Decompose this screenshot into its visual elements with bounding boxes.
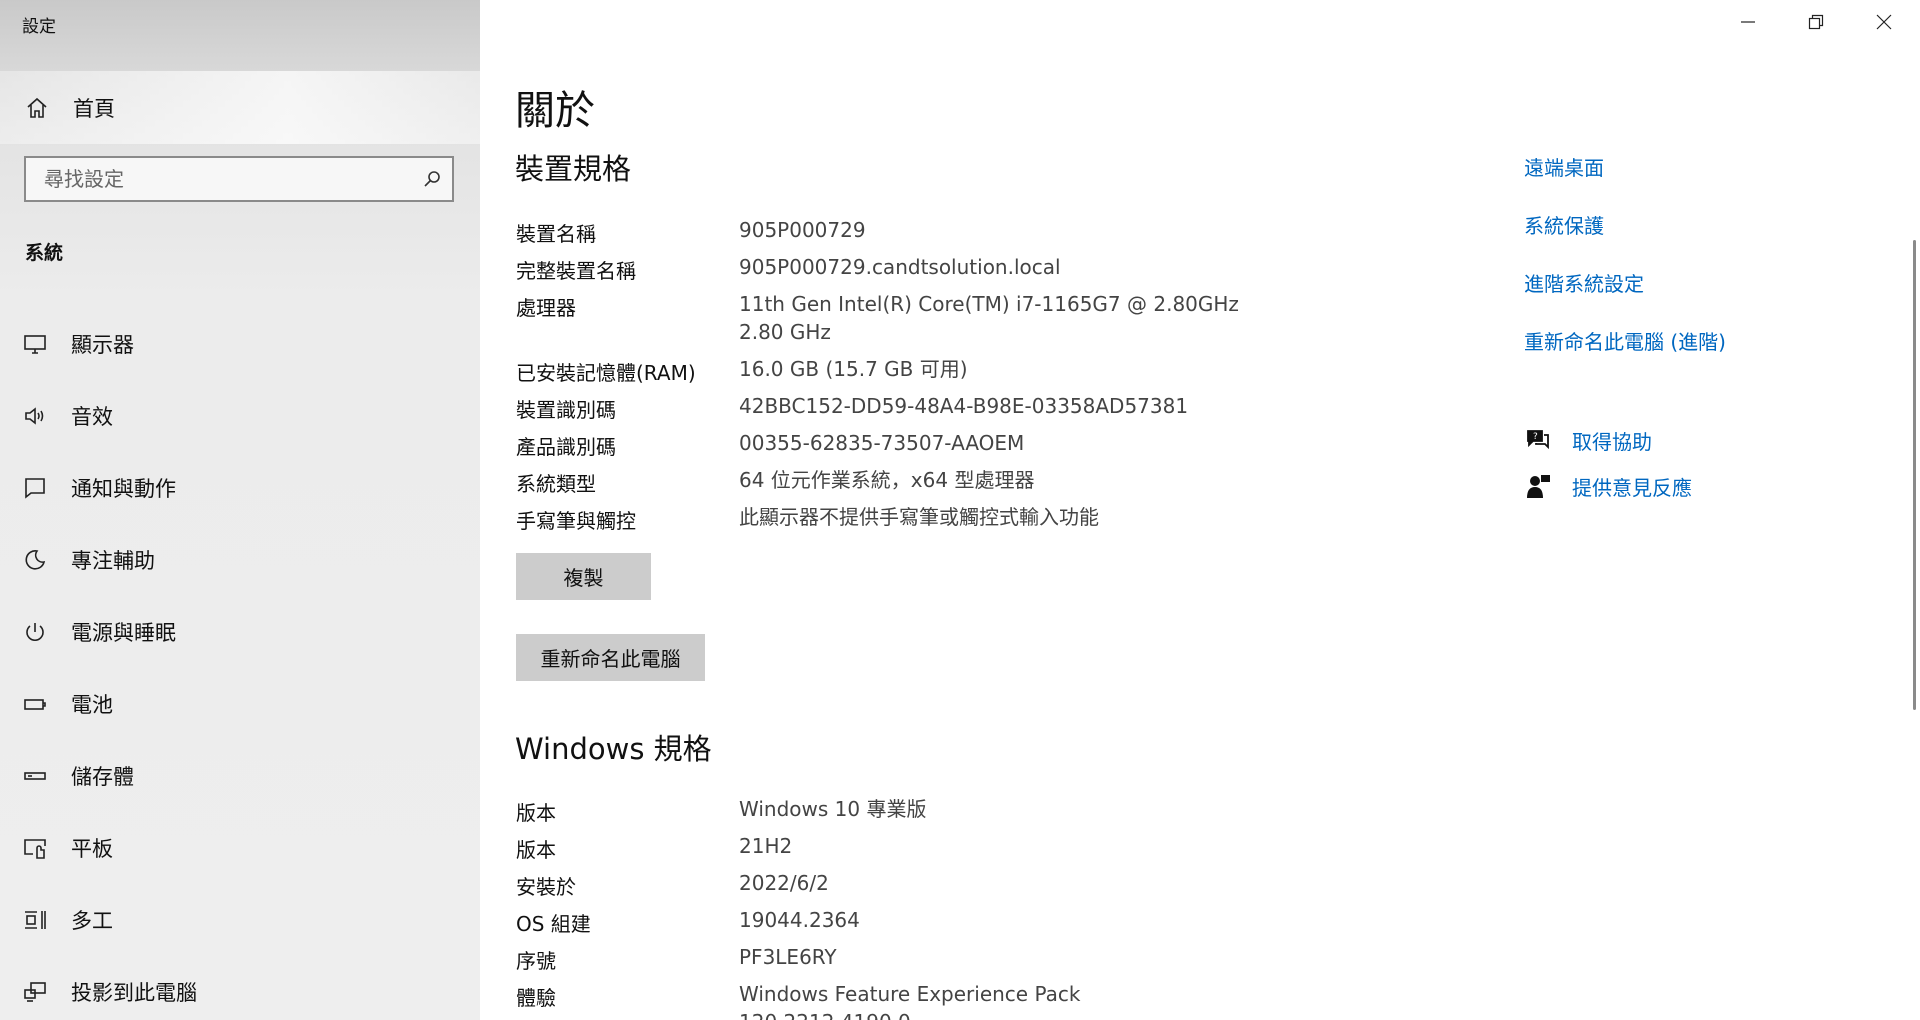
sound-icon	[22, 403, 48, 429]
spec-label: OS 組建	[516, 912, 591, 936]
spec-value-line2: 2.80 GHz	[739, 320, 831, 344]
sidebar-item-focus-assist[interactable]: 專注輔助	[0, 524, 480, 596]
get-help-icon: ?	[1524, 425, 1552, 453]
search-box[interactable]	[24, 156, 454, 202]
display-icon	[22, 331, 48, 357]
page-title: 關於	[515, 88, 595, 134]
link-get-help[interactable]: 取得協助	[1572, 426, 1652, 455]
project-icon	[22, 979, 48, 1005]
spec-value: PF3LE6RY	[739, 945, 837, 969]
spec-label: 裝置識別碼	[516, 398, 616, 422]
sidebar-item-storage[interactable]: 儲存體	[0, 740, 480, 812]
link-system-protection[interactable]: 系統保護	[1524, 210, 1604, 239]
scrollbar[interactable]	[1913, 240, 1916, 710]
restore-button[interactable]	[1782, 0, 1850, 48]
spec-value: 905P000729	[739, 218, 866, 242]
sidebar-item-battery[interactable]: 電池	[0, 668, 480, 740]
sidebar-item-sound[interactable]: 音效	[0, 380, 480, 452]
sidebar-item-home[interactable]: 首頁	[0, 71, 480, 144]
spec-label: 版本	[516, 838, 556, 862]
sidebar-item-label: 通知與動作	[71, 477, 176, 501]
sidebar-item-project[interactable]: 投影到此電腦	[0, 956, 480, 1020]
spec-value: 16.0 GB (15.7 GB 可用)	[739, 357, 968, 381]
spec-label: 版本	[516, 801, 556, 825]
spec-label: 安裝於	[516, 875, 576, 899]
tablet-icon	[22, 835, 48, 861]
sidebar-item-display[interactable]: 顯示器	[0, 308, 480, 380]
spec-label: 已安裝記憶體(RAM)	[516, 361, 696, 385]
sidebar-item-label: 電源與睡眠	[71, 621, 176, 645]
spec-value: 21H2	[739, 834, 793, 858]
spec-value: 905P000729.candtsolution.local	[739, 255, 1061, 279]
section-label: 系統	[25, 242, 64, 264]
restore-icon	[1808, 14, 1824, 34]
spec-value: Windows 10 專業版	[739, 797, 927, 821]
minimize-button[interactable]	[1714, 0, 1782, 48]
sidebar-item-power[interactable]: 電源與睡眠	[0, 596, 480, 668]
sidebar-item-label: 平板	[71, 837, 113, 861]
spec-value: 19044.2364	[739, 908, 860, 932]
spec-value: 11th Gen Intel(R) Core(TM) i7-1165G7 @ 2…	[739, 292, 1239, 316]
sidebar-item-label: 音效	[71, 405, 113, 429]
sidebar-item-label: 專注輔助	[71, 549, 155, 573]
sidebar-nav: 顯示器 音效 通知與動作 專注輔助 電源與睡眠 電池 儲存體 平板 多工 投影到…	[0, 308, 480, 1020]
sidebar-item-notifications[interactable]: 通知與動作	[0, 452, 480, 524]
sidebar-item-label: 顯示器	[71, 333, 134, 357]
spec-value: 64 位元作業系統，x64 型處理器	[739, 468, 1035, 492]
spec-label: 系統類型	[516, 472, 596, 496]
main-content: 關於 裝置規格 裝置名稱 905P000729 完整裝置名稱 905P00072…	[480, 0, 1920, 1020]
spec-label: 完整裝置名稱	[516, 259, 636, 283]
spec-value-line2: 120.2212.4190.0	[739, 1008, 911, 1020]
multitasking-icon	[22, 907, 48, 933]
spec-label: 序號	[516, 949, 556, 973]
spec-value: 00355-62835-73507-AAOEM	[739, 431, 1025, 455]
sidebar-item-tablet[interactable]: 平板	[0, 812, 480, 884]
spec-label: 手寫筆與觸控	[516, 509, 636, 533]
copy-button[interactable]: 複製	[516, 553, 651, 600]
focus-assist-icon	[22, 547, 48, 573]
feedback-icon	[1524, 472, 1552, 500]
spec-label: 裝置名稱	[516, 222, 596, 246]
home-icon	[24, 95, 50, 121]
sidebar-item-label: 電池	[71, 693, 113, 717]
close-icon	[1876, 14, 1892, 34]
sidebar: 設定 首頁 系統 顯示器 音效 通知與動作	[0, 0, 480, 1020]
rename-pc-button[interactable]: 重新命名此電腦	[516, 634, 705, 681]
link-remote-desktop[interactable]: 遠端桌面	[1524, 152, 1604, 181]
spec-label: 產品識別碼	[516, 435, 616, 459]
spec-label: 處理器	[516, 296, 576, 320]
minimize-icon	[1740, 14, 1756, 34]
spec-value: Windows Feature Experience Pack	[739, 982, 1081, 1006]
spec-value: 2022/6/2	[739, 871, 829, 895]
link-give-feedback[interactable]: 提供意見反應	[1572, 472, 1692, 501]
app-title: 設定	[22, 17, 56, 37]
home-label: 首頁	[73, 96, 115, 121]
link-advanced-system-settings[interactable]: 進階系統設定	[1524, 268, 1644, 297]
sidebar-item-multitasking[interactable]: 多工	[0, 884, 480, 956]
sidebar-item-label: 投影到此電腦	[71, 981, 197, 1005]
battery-icon	[22, 691, 48, 717]
notification-icon	[22, 475, 48, 501]
spec-value: 此顯示器不提供手寫筆或觸控式輸入功能	[739, 505, 1099, 529]
storage-icon	[22, 763, 48, 789]
power-icon	[22, 619, 48, 645]
device-specs-heading: 裝置規格	[515, 152, 632, 186]
spec-value: 42BBC152-DD59-48A4-B98E-03358AD57381	[739, 394, 1189, 418]
close-button[interactable]	[1850, 0, 1918, 48]
spec-label: 體驗	[516, 986, 556, 1010]
sidebar-item-label: 多工	[71, 909, 113, 933]
search-input[interactable]	[42, 166, 406, 192]
svg-text:?: ?	[1533, 432, 1538, 442]
sidebar-item-label: 儲存體	[71, 765, 134, 789]
search-icon[interactable]	[422, 169, 442, 189]
windows-specs-heading: Windows 規格	[515, 732, 712, 766]
link-rename-pc-advanced[interactable]: 重新命名此電腦 (進階)	[1524, 326, 1726, 355]
